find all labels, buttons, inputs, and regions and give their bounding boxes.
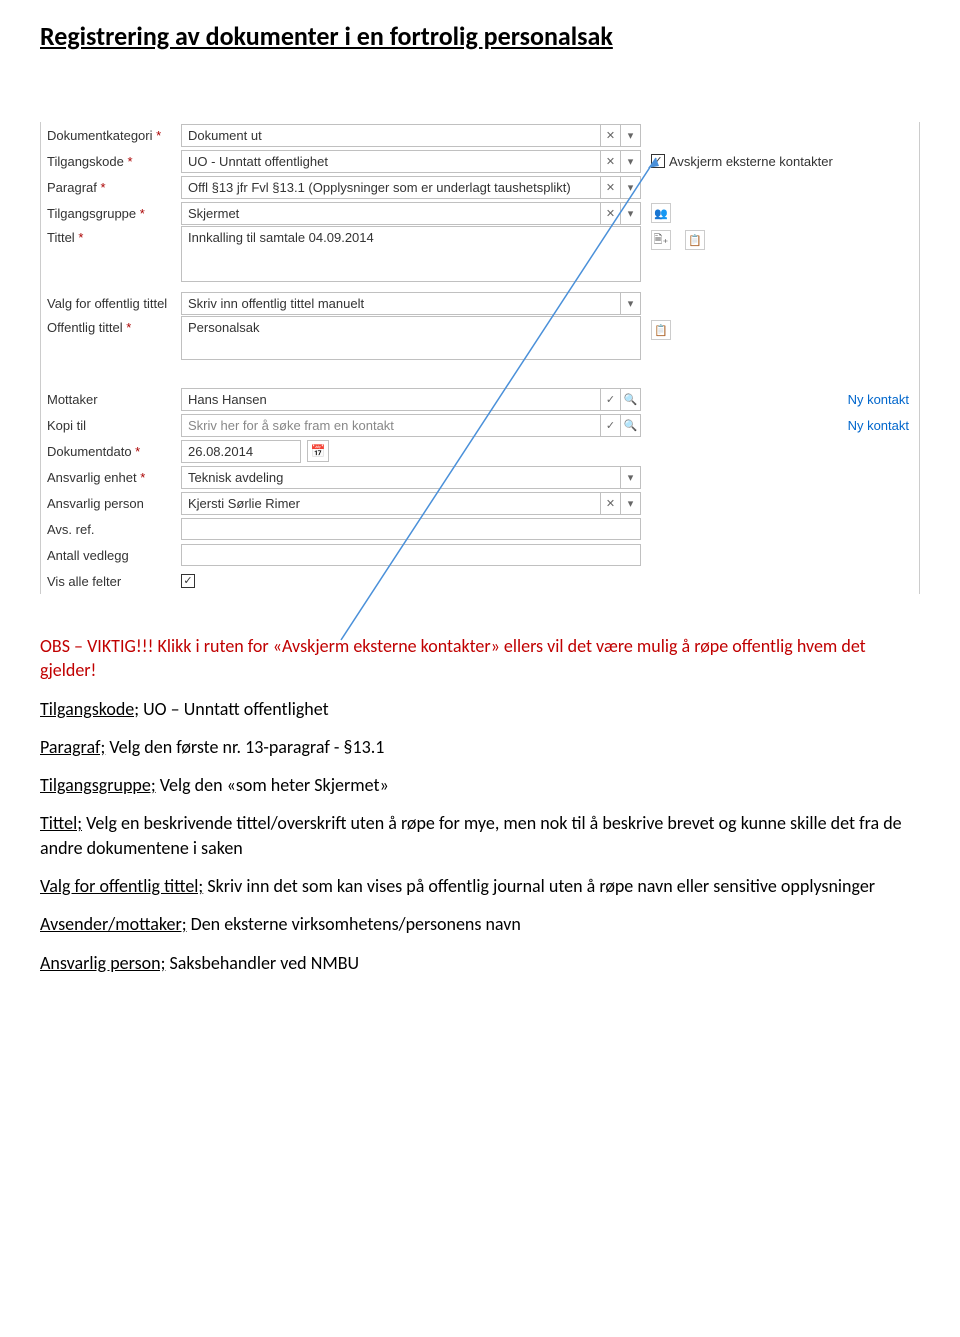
- search-icon[interactable]: 🔍: [621, 388, 641, 411]
- label-vis-alle-felter: Vis alle felter: [41, 570, 181, 593]
- ansvarlig-person-select[interactable]: Kjersti Sørlie Rimer: [181, 492, 601, 515]
- dokumentkategori-select[interactable]: Dokument ut: [181, 124, 601, 147]
- label-kopi-til: Kopi til: [41, 414, 181, 437]
- chevron-down-icon[interactable]: ▾: [621, 466, 641, 489]
- offentlig-tittel-textarea[interactable]: Personalsak: [181, 316, 641, 360]
- chevron-down-icon[interactable]: ▾: [621, 492, 641, 515]
- label-ansvarlig-enhet: Ansvarlig enhet *: [41, 466, 181, 489]
- label-ansvarlig-person: Ansvarlig person: [41, 492, 181, 515]
- tilgangskode-text: UO – Unntatt offentlighet: [139, 698, 329, 720]
- ny-kontakt-link[interactable]: Ny kontakt: [848, 418, 909, 433]
- clear-icon[interactable]: ✕: [601, 176, 621, 199]
- avs-ref-input[interactable]: [181, 518, 641, 540]
- clipboard-icon[interactable]: 📋: [685, 230, 705, 250]
- dokumentdato-input[interactable]: 26.08.2014: [181, 440, 301, 463]
- label-dokumentdato: Dokumentdato *: [41, 440, 181, 463]
- clear-icon[interactable]: ✕: [601, 124, 621, 147]
- ansvarlig-enhet-select[interactable]: Teknisk avdeling: [181, 466, 621, 489]
- instruction-body: OBS – VIKTIG!!! Klikk i ruten for «Avskj…: [40, 634, 920, 975]
- label-valg-off-tittel: Valg for offentlig tittel: [41, 292, 181, 315]
- valg-off-tittel-select[interactable]: Skriv inn offentlig tittel manuelt: [181, 292, 621, 315]
- label-mottaker: Mottaker: [41, 388, 181, 411]
- label-offentlig-tittel: Offentlig tittel *: [41, 316, 181, 339]
- tilgangskode-select[interactable]: UO - Unntatt offentlighet: [181, 150, 601, 173]
- antall-vedlegg-input[interactable]: [181, 544, 641, 566]
- check-icon[interactable]: ✓: [601, 414, 621, 437]
- tilgangsgruppe-select[interactable]: Skjermet: [181, 202, 601, 225]
- label-paragraf: Paragraf *: [41, 176, 181, 199]
- paragraf-heading: Paragraf;: [40, 736, 105, 758]
- valg-heading: Valg for offentlig tittel;: [40, 875, 203, 897]
- avskjerm-label: Avskjerm eksterne kontakter: [669, 154, 833, 169]
- paragraf-text: Velg den første nr. 13-paragraf - §13.1: [105, 736, 384, 758]
- tilgangsgruppe-heading: Tilgangsgruppe;: [40, 774, 156, 796]
- calendar-icon[interactable]: 📅: [307, 440, 329, 462]
- group-icon[interactable]: 👥: [651, 203, 671, 223]
- ansvarlig-heading: Ansvarlig person;: [40, 952, 165, 974]
- valg-text: Skriv inn det som kan vises på offentlig…: [203, 875, 875, 897]
- obs-text: Klikk i ruten for «Avskjerm eksterne kon…: [40, 635, 866, 681]
- chevron-down-icon[interactable]: ▾: [621, 202, 641, 225]
- clear-icon[interactable]: ✕: [601, 150, 621, 173]
- label-avs-ref: Avs. ref.: [41, 518, 181, 541]
- avsender-heading: Avsender/mottaker;: [40, 913, 187, 935]
- label-tilgangskode: Tilgangskode *: [41, 150, 181, 173]
- mottaker-input[interactable]: Hans Hansen: [181, 388, 601, 411]
- ansvarlig-text: Saksbehandler ved NMBU: [165, 952, 359, 974]
- document-add-icon[interactable]: 🗎₊: [651, 230, 671, 250]
- obs-heading: OBS – VIKTIG!!!: [40, 635, 153, 657]
- label-tittel: Tittel *: [41, 226, 181, 249]
- label-tilgangsgruppe: Tilgangsgruppe *: [41, 202, 181, 225]
- chevron-down-icon[interactable]: ▾: [621, 176, 641, 199]
- search-icon[interactable]: 🔍: [621, 414, 641, 437]
- chevron-down-icon[interactable]: ▾: [621, 292, 641, 315]
- checkbox-checked-icon: ✓: [651, 154, 665, 168]
- tilgangsgruppe-text: Velg den «som heter Skjermet»: [156, 774, 389, 796]
- clear-icon[interactable]: ✕: [601, 202, 621, 225]
- tittel-text: Velg en beskrivende tittel/overskrift ut…: [40, 812, 902, 858]
- kopi-til-input[interactable]: Skriv her for å søke fram en kontakt: [181, 414, 601, 437]
- ny-kontakt-link[interactable]: Ny kontakt: [848, 392, 909, 407]
- label-dokumentkategori: Dokumentkategori *: [41, 124, 181, 147]
- label-antall-vedlegg: Antall vedlegg: [41, 544, 181, 567]
- vis-alle-felter-checkbox[interactable]: ✓: [181, 574, 195, 588]
- tilgangskode-heading: Tilgangskode;: [40, 698, 139, 720]
- check-icon[interactable]: ✓: [601, 388, 621, 411]
- clipboard-icon[interactable]: 📋: [651, 320, 671, 340]
- page-title: Registrering av dokumenter i en fortroli…: [40, 20, 920, 52]
- avsender-text: Den eksterne virksomhetens/personens nav…: [187, 913, 521, 935]
- clear-icon[interactable]: ✕: [601, 492, 621, 515]
- chevron-down-icon[interactable]: ▾: [621, 150, 641, 173]
- avskjerm-checkbox[interactable]: ✓ Avskjerm eksterne kontakter: [651, 154, 833, 169]
- paragraf-select[interactable]: Offl §13 jfr Fvl §13.1 (Opplysninger som…: [181, 176, 601, 199]
- chevron-down-icon[interactable]: ▾: [621, 124, 641, 147]
- form-screenshot: Dokumentkategori * Dokument ut ✕ ▾ Tilga…: [40, 122, 920, 594]
- tittel-textarea[interactable]: Innkalling til samtale 04.09.2014: [181, 226, 641, 282]
- tittel-heading: Tittel;: [40, 812, 82, 834]
